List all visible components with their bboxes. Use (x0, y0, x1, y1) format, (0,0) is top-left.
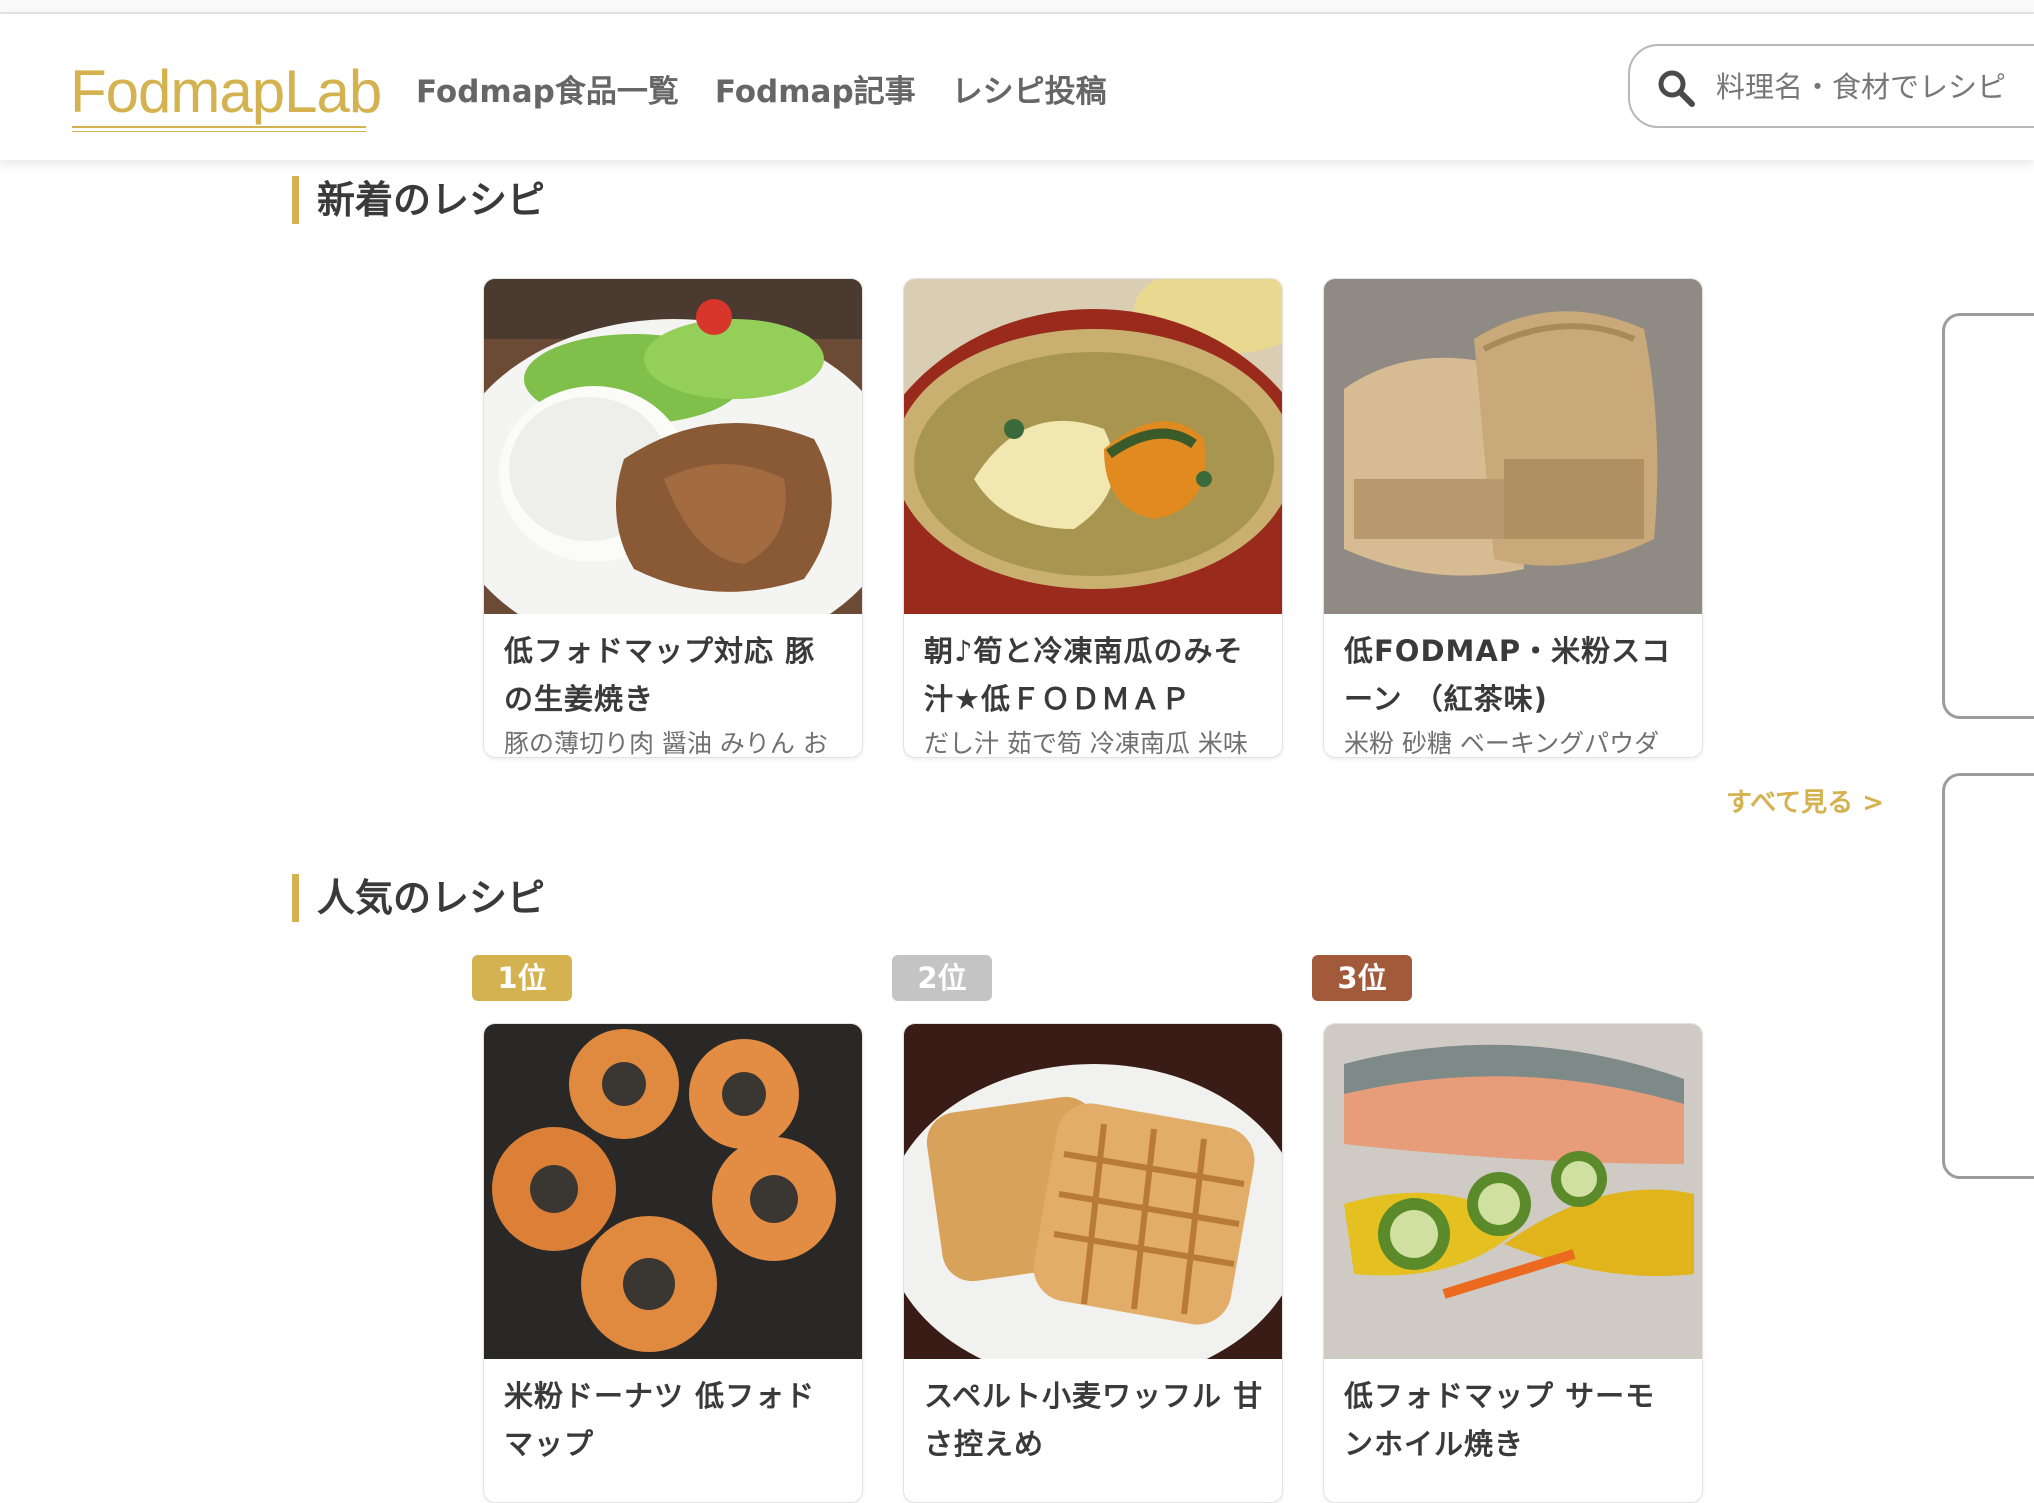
rank-badge-2: 2位 (892, 955, 992, 1001)
recipe-card-waffle[interactable]: スペルト小麦ワッフル 甘さ控えめ (903, 1023, 1283, 1503)
browser-top-bar (0, 0, 2034, 14)
recipe-card-salmon[interactable]: 低フォドマップ サーモンホイル焼き (1323, 1023, 1703, 1503)
recipe-photo (484, 279, 862, 614)
recipe-photo (904, 1024, 1282, 1359)
recipe-card-donut[interactable]: 米粉ドーナツ 低フォドマップ (483, 1023, 863, 1503)
recipe-ingredients: 米粉 砂糖 ベーキングパウダ (1344, 729, 1660, 758)
nav-food-list[interactable]: Fodmap食品一覧 (416, 62, 679, 122)
rank-badge-1: 1位 (472, 955, 572, 1001)
recipe-photo (484, 1024, 862, 1359)
recipe-photo (1324, 1024, 1702, 1359)
recipe-ingredients: だし汁 茹で筍 冷凍南瓜 米味 (924, 729, 1248, 758)
recipe-card-ginger-pork[interactable]: 低フォドマップ対応 豚の生姜焼き 豚の薄切り肉 醤油 みりん お (483, 278, 863, 758)
site-header: FodmapLab Fodmap食品一覧 Fodmap記事 レシピ投稿 (0, 14, 2034, 160)
recipe-name: スペルト小麦ワッフル 甘さ控えめ (924, 1379, 1264, 1461)
search-box (1628, 44, 2034, 128)
recipe-ingredients: 豚の薄切り肉 醤油 みりん お (504, 729, 828, 758)
new-recipes-title: 新着のレシピ (292, 176, 545, 224)
recipe-photo (1324, 279, 1702, 614)
recipe-photo (904, 279, 1282, 614)
side-panel-box-1 (1942, 313, 2034, 719)
recipe-card-miso-soup[interactable]: 朝♪筍と冷凍南瓜のみそ汁★低ＦＯＤＭＡＰ だし汁 茹で筍 冷凍南瓜 米味 (903, 278, 1283, 758)
logo-underline (72, 126, 366, 132)
site-logo[interactable]: FodmapLab (70, 54, 382, 130)
search-icon[interactable] (1656, 68, 1696, 108)
search-input[interactable] (1714, 56, 2018, 118)
recipe-name: 米粉ドーナツ 低フォドマップ (504, 1379, 816, 1461)
main-nav: Fodmap食品一覧 Fodmap記事 レシピ投稿 (416, 62, 1107, 122)
nav-recipe-post[interactable]: レシピ投稿 (952, 62, 1107, 122)
recipe-name: 低フォドマップ対応 豚の生姜焼き (504, 634, 816, 716)
see-all-link[interactable]: すべて見る > (1726, 782, 1884, 819)
popular-recipes-title: 人気のレシピ (292, 874, 545, 922)
rank-badge-3: 3位 (1312, 955, 1412, 1001)
side-panel-box-2 (1942, 773, 2034, 1179)
recipe-name: 朝♪筍と冷凍南瓜のみそ汁★低ＦＯＤＭＡＰ (924, 634, 1244, 716)
recipe-card-scone[interactable]: 低FODMAP・米粉スコーン （紅茶味) 米粉 砂糖 ベーキングパウダ (1323, 278, 1703, 758)
nav-articles[interactable]: Fodmap記事 (715, 62, 916, 122)
recipe-name: 低FODMAP・米粉スコーン （紅茶味) (1344, 634, 1672, 716)
recipe-name: 低フォドマップ サーモンホイル焼き (1344, 1379, 1656, 1461)
